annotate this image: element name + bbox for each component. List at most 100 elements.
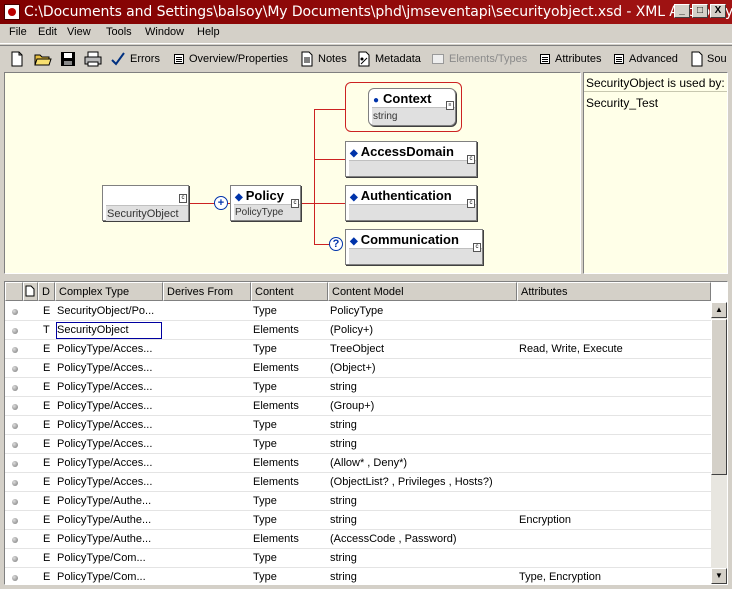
cell-complex-type[interactable]: PolicyType/Authe...: [55, 511, 163, 530]
cell-content[interactable]: Elements: [251, 359, 328, 378]
table-row[interactable]: E PolicyType/Authe... Type string Encryption: [5, 511, 711, 530]
cell-complex-type[interactable]: PolicyType/Acces...: [55, 397, 163, 416]
cell-attributes[interactable]: [517, 492, 711, 511]
cell-content[interactable]: Type: [251, 378, 328, 397]
table-row[interactable]: E SecurityObject/Po... Type PolicyType: [5, 302, 711, 321]
cell-derives-from[interactable]: [163, 492, 251, 511]
cell-content[interactable]: Elements: [251, 473, 328, 492]
cell-content-model[interactable]: TreeObject: [328, 340, 517, 359]
cell-d[interactable]: E: [38, 378, 55, 397]
table-row[interactable]: E PolicyType/Acces... Elements (Allow* , De…: [5, 454, 711, 473]
menu-help[interactable]: Help: [197, 26, 220, 38]
cell-content-model[interactable]: (Allow* , Deny*): [328, 454, 517, 473]
cell-content-model[interactable]: PolicyType: [328, 302, 517, 321]
vertical-scrollbar[interactable]: ▲ ▼: [711, 302, 727, 584]
cell-derives-from[interactable]: [163, 530, 251, 549]
menu-edit[interactable]: Edit: [38, 26, 57, 38]
cell-attributes[interactable]: [517, 359, 711, 378]
notes-button[interactable]: Notes: [300, 50, 347, 68]
cell-derives-from[interactable]: [163, 359, 251, 378]
close-button[interactable]: X: [710, 4, 726, 18]
cell-complex-type[interactable]: PolicyType/Acces...: [55, 340, 163, 359]
cell-complex-type[interactable]: SecurityObject: [55, 321, 163, 340]
cell-complex-type[interactable]: SecurityObject/Po...: [55, 302, 163, 321]
maximize-button[interactable]: □: [692, 4, 708, 18]
cell-content-model[interactable]: string: [328, 435, 517, 454]
advanced-button[interactable]: Advanced: [612, 50, 678, 68]
cell-attributes[interactable]: [517, 454, 711, 473]
cell-content-model[interactable]: string: [328, 378, 517, 397]
cell-d[interactable]: E: [38, 473, 55, 492]
open-file-button[interactable]: [34, 50, 52, 68]
cell-content-model[interactable]: (Group+): [328, 397, 517, 416]
cell-derives-from[interactable]: [163, 549, 251, 568]
schema-diagram[interactable]: SecurityObject c + ◆ Policy PolicyType c …: [4, 72, 581, 274]
table-row[interactable]: E PolicyType/Acces... Type string: [5, 435, 711, 454]
menu-window[interactable]: Window: [145, 26, 184, 38]
cell-derives-from[interactable]: [163, 473, 251, 492]
cell-d[interactable]: E: [38, 397, 55, 416]
menu-file[interactable]: File: [9, 26, 27, 38]
cell-attributes[interactable]: [517, 397, 711, 416]
header-derives-from[interactable]: Derives From: [163, 282, 251, 301]
cell-content-model[interactable]: (ObjectList? , Privileges , Hosts?): [328, 473, 517, 492]
node-accessdomain[interactable]: ◆ AccessDomain c: [345, 141, 477, 177]
cell-content[interactable]: Elements: [251, 454, 328, 473]
menu-view[interactable]: View: [67, 26, 91, 38]
cell-complex-type[interactable]: PolicyType/Acces...: [55, 454, 163, 473]
node-authentication[interactable]: ◆ Authentication c: [345, 185, 477, 221]
cell-derives-from[interactable]: [163, 416, 251, 435]
cell-complex-type[interactable]: PolicyType/Acces...: [55, 473, 163, 492]
cell-complex-type[interactable]: PolicyType/Authe...: [55, 492, 163, 511]
cell-attributes[interactable]: [517, 302, 711, 321]
cell-derives-from[interactable]: [163, 302, 251, 321]
cell-attributes[interactable]: [517, 530, 711, 549]
cell-content[interactable]: Type: [251, 492, 328, 511]
scroll-thumb[interactable]: [711, 319, 727, 475]
cell-content[interactable]: Type: [251, 340, 328, 359]
attributes-button[interactable]: Attributes: [538, 50, 601, 68]
cell-d[interactable]: E: [38, 340, 55, 359]
table-row[interactable]: E PolicyType/Com... Type string Type, Encryp…: [5, 568, 711, 584]
header-d[interactable]: D: [38, 282, 55, 301]
cell-d[interactable]: E: [38, 359, 55, 378]
table-row[interactable]: E PolicyType/Acces... Type string: [5, 378, 711, 397]
table-row[interactable]: E PolicyType/Acces... Elements (ObjectList?…: [5, 473, 711, 492]
sequence-connector-icon[interactable]: +: [214, 196, 228, 210]
overview-properties-button[interactable]: Overview/Properties: [172, 50, 288, 68]
cell-attributes[interactable]: [517, 549, 711, 568]
cell-content-model[interactable]: string: [328, 511, 517, 530]
cell-d[interactable]: E: [38, 302, 55, 321]
cell-d[interactable]: E: [38, 568, 55, 584]
cell-attributes[interactable]: [517, 321, 711, 340]
cell-complex-type[interactable]: PolicyType/Acces...: [55, 359, 163, 378]
errors-button[interactable]: Errors: [110, 50, 160, 68]
cell-content[interactable]: Type: [251, 435, 328, 454]
cell-content[interactable]: Elements: [251, 397, 328, 416]
header-complex-type[interactable]: Complex Type: [55, 282, 163, 301]
cell-attributes[interactable]: Encryption: [517, 511, 711, 530]
cell-content-model[interactable]: string: [328, 549, 517, 568]
node-policy[interactable]: ◆ Policy PolicyType c: [230, 185, 301, 221]
cell-d[interactable]: E: [38, 435, 55, 454]
cell-content-model[interactable]: (AccessCode , Password): [328, 530, 517, 549]
cell-content-model[interactable]: string: [328, 568, 517, 584]
table-row[interactable]: E PolicyType/Com... Type string: [5, 549, 711, 568]
header-content[interactable]: Content: [251, 282, 328, 301]
table-row[interactable]: E PolicyType/Acces... Elements (Group+): [5, 397, 711, 416]
cell-derives-from[interactable]: [163, 454, 251, 473]
optional-connector-icon[interactable]: ?: [329, 237, 343, 251]
cell-d[interactable]: E: [38, 416, 55, 435]
cell-attributes[interactable]: [517, 378, 711, 397]
cell-derives-from[interactable]: [163, 435, 251, 454]
cell-content-model[interactable]: string: [328, 416, 517, 435]
cell-d[interactable]: E: [38, 454, 55, 473]
source-button[interactable]: Sou: [691, 50, 727, 68]
scroll-up-arrow-icon[interactable]: ▲: [711, 302, 727, 318]
app-icon[interactable]: [4, 4, 20, 20]
cell-content-model[interactable]: (Policy+): [328, 321, 517, 340]
cell-complex-type[interactable]: PolicyType/Authe...: [55, 530, 163, 549]
cell-attributes[interactable]: Read, Write, Execute: [517, 340, 711, 359]
cell-content[interactable]: Type: [251, 568, 328, 584]
table-row[interactable]: E PolicyType/Authe... Type string: [5, 492, 711, 511]
